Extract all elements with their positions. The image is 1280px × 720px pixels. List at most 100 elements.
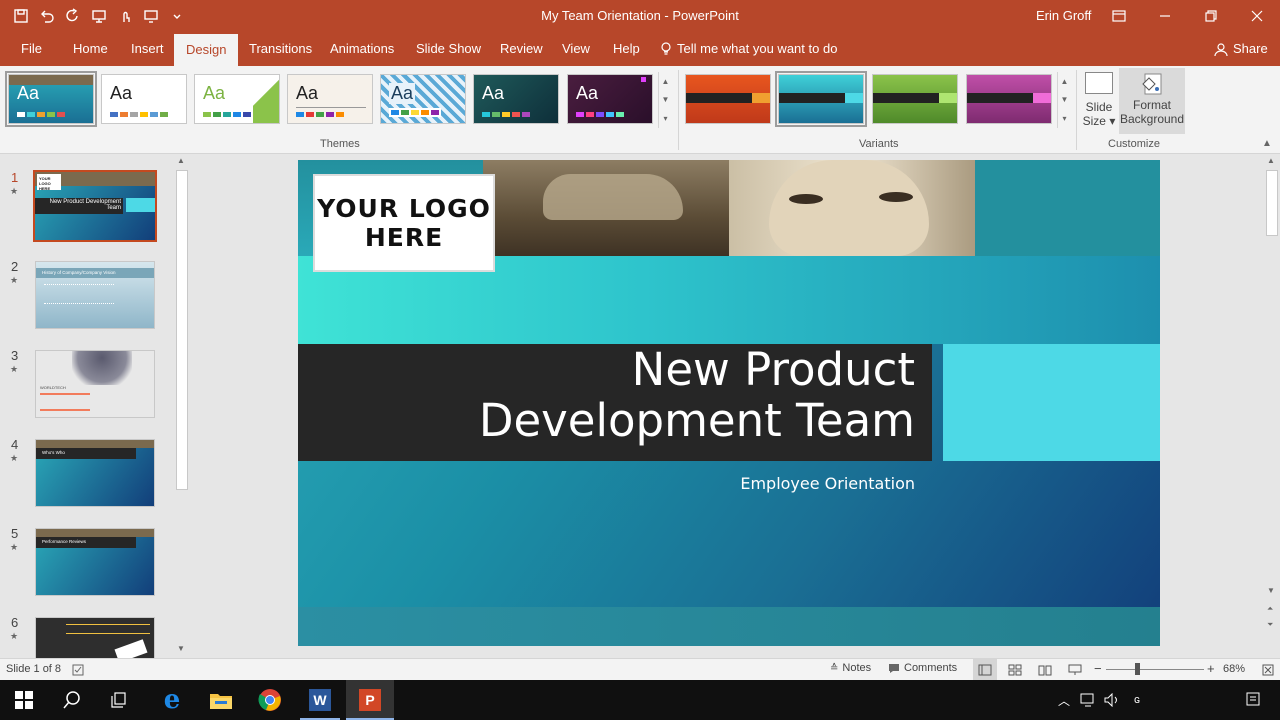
theme-thumbnail-current[interactable]: Aa [5, 71, 97, 127]
tab-design[interactable]: Design [174, 34, 239, 66]
scroll-up-icon[interactable]: ▲ [1267, 156, 1275, 165]
theme-thumbnail-ion-boardroom[interactable]: Aa [380, 74, 466, 124]
collapse-ribbon-icon[interactable]: ▲ [1262, 138, 1272, 149]
slide-scrollbar[interactable]: ▲ ▼ ⏶ ⏷ [1264, 154, 1280, 658]
spelling-check-icon[interactable] [72, 664, 84, 676]
customize-group-label: Customize [1108, 138, 1160, 150]
word-icon: W [309, 689, 331, 711]
volume-icon[interactable] [1104, 693, 1122, 707]
zoom-slider-track[interactable] [1106, 669, 1204, 670]
slide-thumbnail-item[interactable]: 5 ★ Performance Reviews [0, 526, 170, 606]
show-hidden-icons-button[interactable]: ︿ [1058, 692, 1070, 709]
slide-thumbnail[interactable]: Performance Reviews [35, 528, 155, 596]
slide-thumbnail[interactable]: YOUR LOGO HERE New Product Development T… [33, 170, 157, 242]
tab-view[interactable]: View [562, 41, 590, 56]
tab-help[interactable]: Help [613, 41, 640, 56]
previous-slide-icon[interactable]: ⏶ [1267, 604, 1273, 614]
format-background-button[interactable]: Format Background [1119, 68, 1185, 134]
slide-thumbnail[interactable]: Who's Who [35, 439, 155, 507]
chrome-taskbar-button[interactable] [246, 680, 294, 720]
slideshow-view-icon[interactable] [1068, 664, 1082, 676]
scroll-down-icon[interactable]: ▼ [1061, 95, 1069, 104]
thumb-bullets [44, 284, 114, 304]
task-view-button[interactable] [96, 680, 144, 720]
start-button[interactable] [0, 680, 48, 720]
theme-thumbnail-office[interactable]: Aa [101, 74, 187, 124]
variants-gallery-scroll[interactable]: ▲ ▼ ▾ [1057, 72, 1071, 128]
slide-thumbnail-item[interactable]: 2 ★ History of Company/Company Vision [0, 259, 170, 339]
scroll-down-icon[interactable]: ▼ [1267, 586, 1275, 595]
logo-placeholder[interactable]: YOUR LOGO HERE [313, 174, 495, 272]
tab-transitions[interactable]: Transitions [249, 41, 312, 56]
edge-taskbar-button[interactable]: e [148, 680, 196, 720]
more-icon[interactable]: ▾ [663, 114, 667, 123]
thumb-accent [126, 198, 155, 212]
slide-thumbnail[interactable]: History of Company/Company Vision [35, 261, 155, 329]
reading-view-icon[interactable] [1038, 664, 1052, 676]
scrollbar-thumb[interactable] [176, 170, 188, 490]
tab-insert[interactable]: Insert [131, 41, 164, 56]
tell-me-box[interactable]: Tell me what you want to do [660, 41, 837, 56]
slide-subtitle[interactable]: Employee Orientation [740, 474, 915, 493]
theme-thumbnail-facet[interactable]: Aa [194, 74, 280, 124]
tab-file[interactable]: File [21, 41, 42, 56]
ime-indicator[interactable]: ɢ [1134, 694, 1140, 706]
scroll-up-icon[interactable]: ▲ [1061, 77, 1069, 86]
comments-button[interactable]: Comments [888, 662, 957, 674]
variant-band [873, 93, 939, 103]
variant-orange[interactable] [685, 74, 771, 124]
scroll-up-icon[interactable]: ▲ [177, 156, 185, 165]
ribbon-display-options-button[interactable] [1096, 0, 1142, 32]
network-icon[interactable] [1080, 693, 1098, 707]
tab-review[interactable]: Review [500, 41, 543, 56]
minimize-button[interactable] [1142, 0, 1188, 32]
tab-animations[interactable]: Animations [330, 41, 394, 56]
user-name[interactable]: Erin Groff [1036, 8, 1091, 23]
tab-home[interactable]: Home [73, 41, 108, 56]
word-taskbar-button[interactable]: W [296, 680, 344, 720]
zoom-slider-thumb[interactable] [1135, 663, 1140, 675]
theme-thumbnail-ion[interactable]: Aa [567, 74, 653, 124]
share-button[interactable]: Share [1214, 41, 1268, 56]
tell-me-text: Tell me what you want to do [677, 41, 838, 56]
thumbnail-scrollbar[interactable]: ▲ ▼ [174, 154, 190, 658]
tab-slide-show[interactable]: Slide Show [416, 41, 481, 56]
slide-thumbnail-item[interactable]: 3 ★ WORLDTECH [0, 348, 170, 428]
close-button[interactable] [1234, 0, 1280, 32]
zoom-in-button[interactable]: + [1207, 661, 1215, 676]
variant-purple[interactable] [966, 74, 1052, 124]
variant-teal[interactable] [775, 71, 867, 127]
next-slide-icon[interactable]: ⏷ [1267, 620, 1273, 630]
current-slide[interactable]: YOUR LOGO HERE New Product Development T… [298, 160, 1160, 646]
slide-thumbnail-item[interactable]: 1 ★ YOUR LOGO HERE New Product Developme… [0, 170, 170, 250]
theme-color-dots [296, 112, 344, 117]
slide-thumbnail-item[interactable]: 6 ★ [0, 615, 170, 658]
scroll-down-icon[interactable]: ▼ [177, 644, 185, 653]
search-button[interactable] [48, 680, 96, 720]
theme-thumbnail-integral[interactable]: Aa [287, 74, 373, 124]
theme-thumbnail-organic[interactable]: Aa [473, 74, 559, 124]
powerpoint-taskbar-button[interactable]: P [346, 680, 394, 720]
scroll-down-icon[interactable]: ▼ [662, 95, 670, 104]
theme-aa: Aa [296, 83, 319, 103]
more-icon[interactable]: ▾ [1062, 114, 1066, 123]
fit-to-window-icon[interactable] [1262, 664, 1274, 676]
theme-aa: Aa [203, 83, 226, 103]
zoom-level[interactable]: 68% [1223, 663, 1245, 675]
file-explorer-taskbar-button[interactable] [197, 680, 245, 720]
themes-gallery-scroll[interactable]: ▲ ▼ ▾ [658, 72, 672, 128]
variant-green[interactable] [872, 74, 958, 124]
scrollbar-thumb[interactable] [1266, 170, 1278, 236]
zoom-out-button[interactable]: − [1094, 661, 1102, 676]
slide-title[interactable]: New Product Development Team [479, 344, 915, 446]
slide-thumbnail-item[interactable]: 4 ★ Who's Who [0, 437, 170, 517]
slide-thumbnail[interactable] [35, 617, 155, 658]
notes-button[interactable]: ≙ Notes [830, 662, 871, 674]
theme-aa: Aa [482, 83, 505, 103]
action-center-icon[interactable] [1246, 692, 1262, 708]
slide-size-button[interactable]: Slide Size ▾ [1082, 70, 1116, 128]
slide-sorter-icon[interactable] [1008, 664, 1022, 676]
restore-button[interactable] [1188, 0, 1234, 32]
slide-thumbnail[interactable]: WORLDTECH [35, 350, 155, 418]
scroll-up-icon[interactable]: ▲ [662, 77, 670, 86]
